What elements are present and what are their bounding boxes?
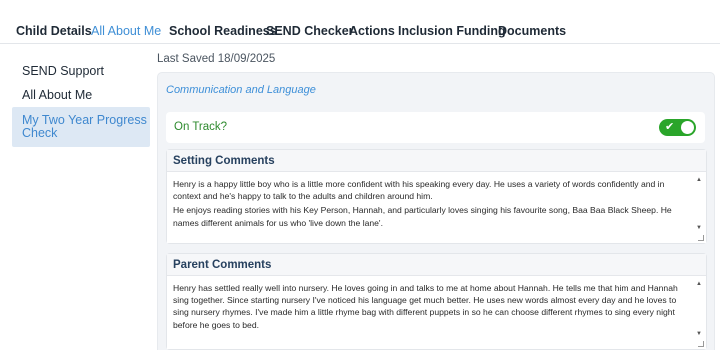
tab-send-checker[interactable]: SEND Checker <box>266 24 354 38</box>
parent-comments-box: Parent Comments Henry has settled really… <box>166 253 707 350</box>
scroll-up-arrow-icon[interactable]: ▲ <box>696 177 702 183</box>
tab-documents[interactable]: Documents <box>498 24 566 38</box>
scroll-down-arrow-icon[interactable]: ▼ <box>696 225 702 231</box>
parent-comment-text: Henry has settled really well into nurse… <box>173 283 678 330</box>
setting-comment-paragraph: Henry is a happy little boy who is a lit… <box>173 179 665 202</box>
sidebar-item-two-year-progress-check[interactable]: My Two Year Progress Check <box>12 107 150 147</box>
setting-comment-paragraph: He enjoys reading stories with his Key P… <box>173 205 672 228</box>
scroll-down-arrow-icon[interactable]: ▼ <box>696 331 702 337</box>
sidebar-item-send-support[interactable]: SEND Support <box>12 64 150 78</box>
on-track-toggle[interactable]: ✔ <box>659 119 696 136</box>
last-saved-text: Last Saved 18/09/2025 <box>157 53 276 65</box>
tab-all-about-me[interactable]: All About Me <box>91 24 161 38</box>
parent-comments-textarea[interactable]: Henry has settled really well into nurse… <box>167 276 706 349</box>
tab-bar: Child Details All About Me School Readin… <box>0 0 720 44</box>
on-track-label: On Track? <box>174 121 228 133</box>
on-track-row: On Track? ✔ <box>166 112 705 143</box>
parent-comments-title: Parent Comments <box>167 254 706 276</box>
scroll-up-arrow-icon[interactable]: ▲ <box>696 281 702 287</box>
sidebar-item-all-about-me[interactable]: All About Me <box>12 88 150 102</box>
tab-inclusion-funding[interactable]: Inclusion Funding <box>398 24 506 38</box>
setting-comments-box: Setting Comments Henry is a happy little… <box>166 149 707 244</box>
resize-handle-icon[interactable] <box>698 341 704 347</box>
communication-language-panel: Communication and Language On Track? ✔ S… <box>157 72 715 350</box>
setting-comments-textarea[interactable]: Henry is a happy little boy who is a lit… <box>167 172 706 243</box>
toggle-knob <box>681 121 694 134</box>
check-icon: ✔ <box>665 120 675 133</box>
setting-comments-title: Setting Comments <box>167 150 706 172</box>
tab-child-details[interactable]: Child Details <box>16 24 92 38</box>
section-title: Communication and Language <box>166 84 316 96</box>
tab-actions[interactable]: Actions <box>349 24 395 38</box>
resize-handle-icon[interactable] <box>698 235 704 241</box>
tab-school-readiness[interactable]: School Readiness <box>169 24 277 38</box>
